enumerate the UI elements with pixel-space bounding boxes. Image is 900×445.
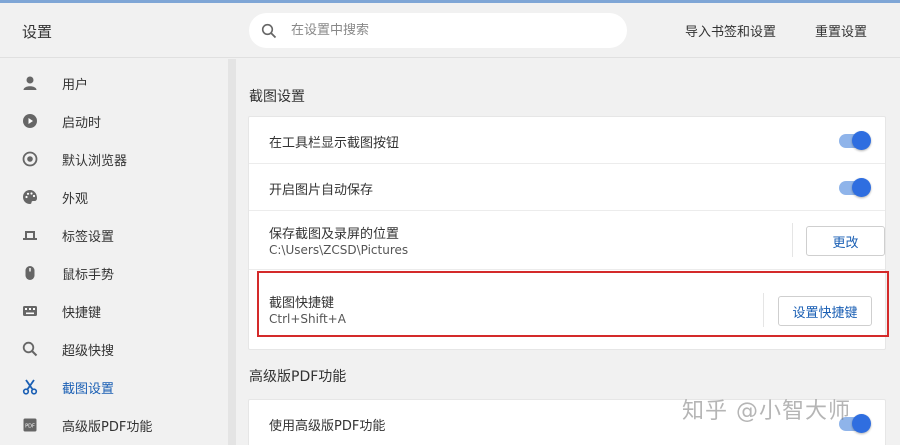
svg-text:PDF: PDF (25, 424, 35, 430)
section-title-pdf: 高级版PDF功能 (249, 369, 347, 385)
sidebar-item-label: 快捷键 (62, 305, 102, 321)
row-screenshot-shortcut: 截图快捷键 Ctrl+Shift+A 设置快捷键 (249, 270, 885, 349)
sidebar-item-startup[interactable]: 启动时 (0, 102, 228, 140)
import-bookmarks-button[interactable]: 导入书签和设置 (685, 21, 776, 40)
autosave-label: 开启图片自动保存 (269, 183, 374, 198)
sidebar-item-appearance[interactable]: 外观 (0, 178, 228, 216)
sidebar-item-label: 高级版PDF功能 (62, 419, 153, 435)
main-content: 截图设置 在工具栏显示截图按钮 开启图片自动保存 保存截图及录屏的位置 C:\U… (236, 59, 900, 445)
screenshot-settings-card: 在工具栏显示截图按钮 开启图片自动保存 保存截图及录屏的位置 C:\Users\… (248, 116, 886, 350)
toggle-knob (852, 178, 871, 197)
search-box[interactable] (249, 13, 627, 48)
sidebar-item-mouse-gestures[interactable]: 鼠标手势 (0, 254, 228, 292)
sidebar-item-label: 标签设置 (62, 229, 115, 245)
sidebar: 用户 启动时 默认浏览器 外观 标签设置 鼠标手势 快捷键 超级快搜 截图设置 … (0, 59, 228, 445)
section-title-screenshot: 截图设置 (249, 89, 305, 105)
row-separator (763, 293, 764, 327)
use-advanced-pdf-label: 使用高级版PDF功能 (269, 419, 386, 434)
sidebar-item-label: 用户 (62, 77, 89, 93)
search-icon (20, 339, 40, 359)
palette-icon (20, 187, 40, 207)
change-location-button[interactable]: 更改 (806, 226, 885, 256)
sidebar-item-default-browser[interactable]: 默认浏览器 (0, 140, 228, 178)
show-toolbar-button-toggle[interactable] (839, 131, 871, 150)
show-toolbar-button-label: 在工具栏显示截图按钮 (269, 136, 400, 151)
search-icon (261, 23, 277, 38)
row-autosave: 开启图片自动保存 (249, 164, 885, 211)
power-icon (20, 111, 40, 131)
reset-settings-button[interactable]: 重置设置 (815, 21, 867, 40)
tab-icon (20, 225, 40, 245)
screenshot-shortcut-value: Ctrl+Shift+A (269, 312, 346, 326)
keyboard-icon (20, 301, 40, 321)
autosave-toggle[interactable] (839, 178, 871, 197)
scissors-icon (20, 377, 40, 397)
sidebar-item-label: 启动时 (62, 115, 102, 131)
watermark: 知乎 @小智大师 (682, 399, 851, 424)
sidebar-item-user[interactable]: 用户 (0, 64, 228, 102)
toggle-knob (852, 131, 871, 150)
set-shortcut-button[interactable]: 设置快捷键 (778, 296, 872, 326)
row-save-location: 保存截图及录屏的位置 C:\Users\ZCSD\Pictures 更改 (249, 211, 885, 270)
toggle-knob (852, 414, 871, 433)
search-input[interactable] (291, 23, 591, 38)
row-show-toolbar-button: 在工具栏显示截图按钮 (249, 117, 885, 164)
row-separator (792, 223, 793, 257)
save-location-label: 保存截图及录屏的位置 (269, 227, 400, 242)
save-location-path: C:\Users\ZCSD\Pictures (269, 243, 409, 257)
sidebar-item-shortcuts[interactable]: 快捷键 (0, 292, 228, 330)
browser-icon (20, 149, 40, 169)
sidebar-item-super-search[interactable]: 超级快搜 (0, 330, 228, 368)
mouse-icon (20, 263, 40, 283)
sidebar-item-label: 截图设置 (62, 381, 115, 397)
sidebar-item-screenshot-settings[interactable]: 截图设置 (0, 368, 228, 406)
header: 设置 导入书签和设置 重置设置 (0, 3, 900, 58)
pdf-icon: PDF (20, 415, 40, 435)
sidebar-item-tabs[interactable]: 标签设置 (0, 216, 228, 254)
screenshot-shortcut-label: 截图快捷键 (269, 296, 335, 311)
sidebar-item-label: 鼠标手势 (62, 267, 115, 283)
sidebar-item-label: 外观 (62, 191, 89, 207)
page-title: 设置 (22, 23, 53, 41)
sidebar-item-label: 超级快搜 (62, 343, 115, 359)
sidebar-item-label: 默认浏览器 (62, 153, 128, 169)
user-icon (20, 73, 40, 93)
sidebar-scroll-divider (228, 59, 236, 445)
sidebar-item-advanced-pdf[interactable]: PDF 高级版PDF功能 (0, 406, 228, 444)
